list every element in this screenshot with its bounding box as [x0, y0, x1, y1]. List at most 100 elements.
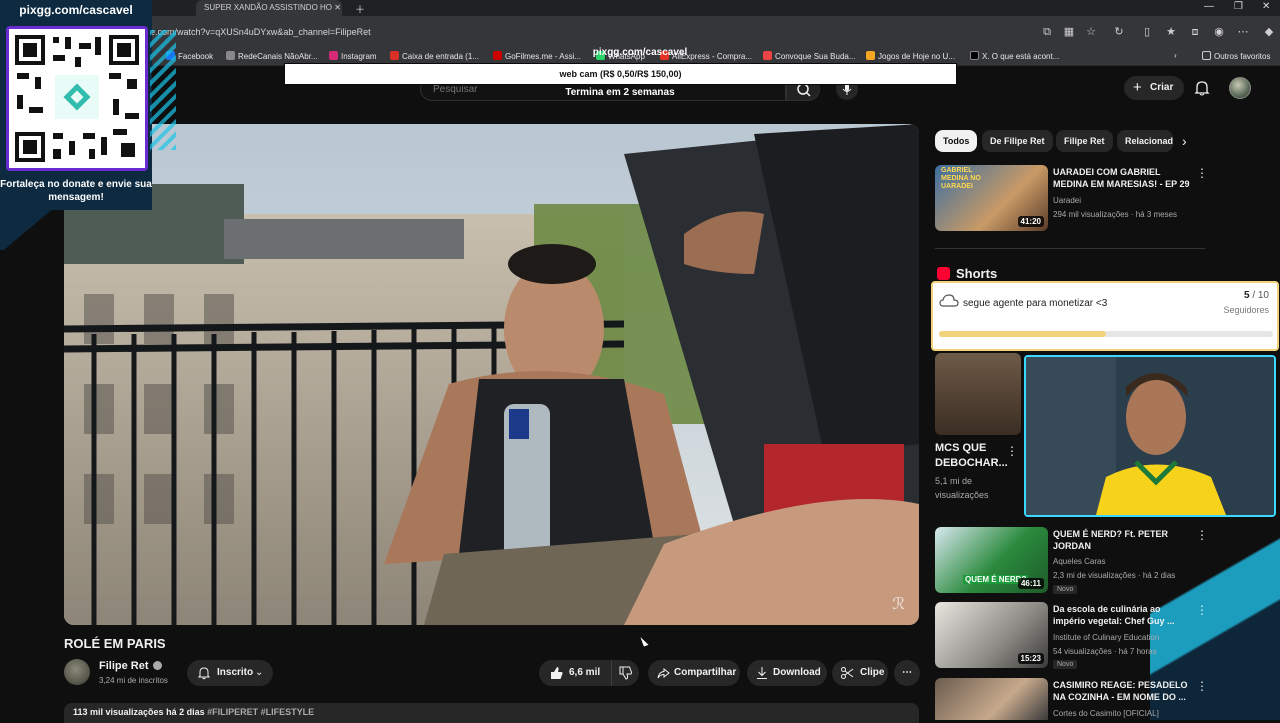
clip-label: Clipe [860, 667, 885, 678]
chip-from-channel[interactable]: De Filipe Ret [982, 130, 1053, 152]
chip-all[interactable]: Todos [935, 130, 978, 152]
video-title[interactable]: QUEM É NERD? Ft. PETER JORDAN [1053, 528, 1193, 552]
refresh-icon[interactable]: ↻ [1112, 25, 1126, 39]
view-count: 113 mil visualizações [73, 707, 164, 717]
video-player[interactable]: ℛ [64, 124, 919, 625]
copilot-icon[interactable]: ◆ [1262, 25, 1276, 39]
webcam-image [1026, 357, 1274, 515]
thumbnail-caption: GABRIEL MEDINA NO UARADEI [941, 167, 981, 190]
download-icon [757, 667, 767, 679]
more-dots-icon: ⋯ [902, 667, 912, 678]
shorts-title: Shorts [956, 266, 998, 281]
favorite-star-icon[interactable]: ☆ [1084, 25, 1098, 39]
clip-button[interactable]: Clipe [832, 660, 888, 686]
goal-count: 5 / 10 [1244, 290, 1269, 301]
webcam-goal-text: web cam (R$ 0,50/R$ 150,00) [559, 69, 682, 79]
video-title: ROLÉ EM PARIS [64, 636, 166, 651]
scissors-icon [841, 667, 854, 679]
chip-filipe-ret[interactable]: Filipe Ret [1056, 130, 1113, 152]
video-thumbnail[interactable]: GABRIEL MEDINA NO UARADEI 41:20 [935, 165, 1048, 231]
video-channel[interactable]: Cortes do Casimito [OFICIAL] [1053, 708, 1203, 720]
menu-dots-icon[interactable]: ⋯ [1236, 25, 1250, 39]
description-box[interactable]: 113 mil visualizações há 2 dias #FILIPER… [64, 703, 919, 723]
share-label: Compartilhar [674, 667, 737, 678]
pix-url: pixgg.com/cascavel [19, 3, 133, 17]
like-dislike-group: 6,6 mil [539, 660, 639, 686]
verified-icon [152, 661, 162, 670]
browser-tabstrip: SUPER XANDÃO ASSISTINDO HO ✕ ＋ — ❐ ✕ [0, 0, 1280, 16]
chevron-right-icon[interactable]: › [1182, 133, 1187, 149]
short-options-icon[interactable]: ⋮ [1006, 444, 1018, 458]
goal-current: 5 [1243, 290, 1250, 301]
video-frame [64, 124, 919, 625]
video-channel[interactable]: Aqueles Caras [1053, 556, 1203, 568]
video-title[interactable]: CASIMIRO REAGE: PESADELO NA COZINHA - EM… [1053, 679, 1193, 703]
webcam-goal-ends: Termina em 2 semanas [565, 87, 675, 98]
address-bar: e.com/watch?v=qXUSn4uDYxw&ab_channel=Fil… [0, 16, 1280, 48]
hashtags[interactable]: #FILIPERET #LIFESTYLE [207, 707, 314, 717]
video-thumbnail[interactable]: 15:23 [935, 602, 1048, 668]
video-options-icon[interactable]: ⋮ [1196, 166, 1208, 180]
dislike-button[interactable] [611, 660, 639, 686]
pix-donation-panel: pixgg.com/cascavel Fortaleça no donate e… [0, 0, 152, 210]
short-title[interactable]: MCS QUE DEBOCHAR... [935, 441, 1008, 471]
share-icon [657, 667, 670, 679]
download-label: Download [773, 667, 821, 678]
url-field[interactable]: e.com/watch?v=qXUSn4uDYxw&ab_channel=Fil… [150, 27, 371, 37]
video-meta: 54 visualizações · há 7 horas [1053, 647, 1157, 656]
channel-avatar[interactable] [64, 659, 90, 685]
goal-label: Seguidores [1223, 305, 1269, 315]
extension-icon[interactable]: ⧉ [1040, 25, 1054, 39]
download-button[interactable]: Download [747, 660, 827, 686]
video-options-icon[interactable]: ⋮ [1196, 603, 1208, 617]
goal-text: segue agente para monetizar <3 [963, 298, 1108, 309]
subscribe-label: Inscrito [217, 667, 254, 678]
webcam-goal-url: pixgg.com/cascavel [592, 47, 688, 58]
collections-icon[interactable]: ⧈ [1188, 25, 1202, 39]
apps-icon[interactable]: ▦ [1062, 25, 1076, 39]
video-options-icon[interactable]: ⋮ [1196, 679, 1208, 693]
pix-message: Fortaleça no donate e envie sua mensagem… [0, 179, 152, 203]
video-options-icon[interactable]: ⋮ [1196, 528, 1208, 542]
follower-goal-widget: segue agente para monetizar <3 5 / 10 Se… [931, 281, 1279, 351]
shorts-icon [937, 267, 950, 280]
tab-title: SUPER XANDÃO ASSISTINDO HO [204, 3, 333, 12]
more-actions-button[interactable]: ⋯ [894, 660, 920, 686]
video-meta: 2,3 mi de visualizações · há 2 dias [1053, 571, 1176, 580]
video-channel[interactable]: Uaradei [1053, 195, 1203, 207]
like-icon[interactable] [549, 666, 563, 680]
video-thumbnail[interactable] [935, 678, 1048, 720]
overlay-corner [0, 205, 60, 250]
chip-related[interactable]: Relacionad [1117, 130, 1173, 152]
goal-total: / 10 [1252, 290, 1269, 301]
mouse-cursor [640, 635, 649, 647]
video-thumbnail[interactable]: QUEM É NERD? 46:11 [935, 527, 1048, 593]
video-duration: 46:11 [1017, 578, 1044, 589]
like-count[interactable]: 6,6 mil [569, 660, 600, 686]
video-channel[interactable]: Institute of Culinary Education [1053, 632, 1203, 644]
chevron-down-icon: ⌄ [255, 667, 264, 678]
profile-icon[interactable]: ◉ [1212, 25, 1226, 39]
split-icon[interactable]: ▯ [1140, 25, 1154, 39]
bell-icon [197, 667, 211, 680]
webcam-goal-bar: web cam (R$ 0,50/R$ 150,00) [284, 63, 957, 85]
dislike-icon [619, 666, 632, 680]
video-title[interactable]: UARADEI COM GABRIEL MEDINA EM MARESIAS! … [1053, 166, 1193, 190]
share-button[interactable]: Compartilhar [648, 660, 740, 686]
channel-name[interactable]: Filipe Ret [99, 660, 162, 672]
goal-progress-bar [939, 331, 1273, 337]
new-tab-icon[interactable]: ＋ [355, 1, 365, 16]
short-thumbnail[interactable] [935, 353, 1021, 435]
video-duration: 15:23 [1017, 653, 1044, 664]
video-title[interactable]: Da escola de culinária ao império vegeta… [1053, 603, 1193, 627]
minimize-icon[interactable]: — [1204, 1, 1214, 12]
video-meta: 294 mil visualizações · há 3 meses [1053, 210, 1178, 219]
subscribe-button[interactable]: Inscrito ⌄ [187, 660, 273, 686]
maximize-icon[interactable]: ❐ [1234, 1, 1243, 12]
browser-tab-active[interactable]: SUPER XANDÃO ASSISTINDO HO ✕ [196, 0, 342, 16]
subscriber-count: 3,24 mi de inscritos [99, 676, 168, 685]
favorites-icon[interactable]: ★ [1164, 25, 1178, 39]
channel-watermark-icon[interactable]: ℛ [892, 594, 905, 613]
goal-progress-fill [939, 331, 1106, 337]
close-window-icon[interactable]: ✕ [1262, 1, 1270, 12]
